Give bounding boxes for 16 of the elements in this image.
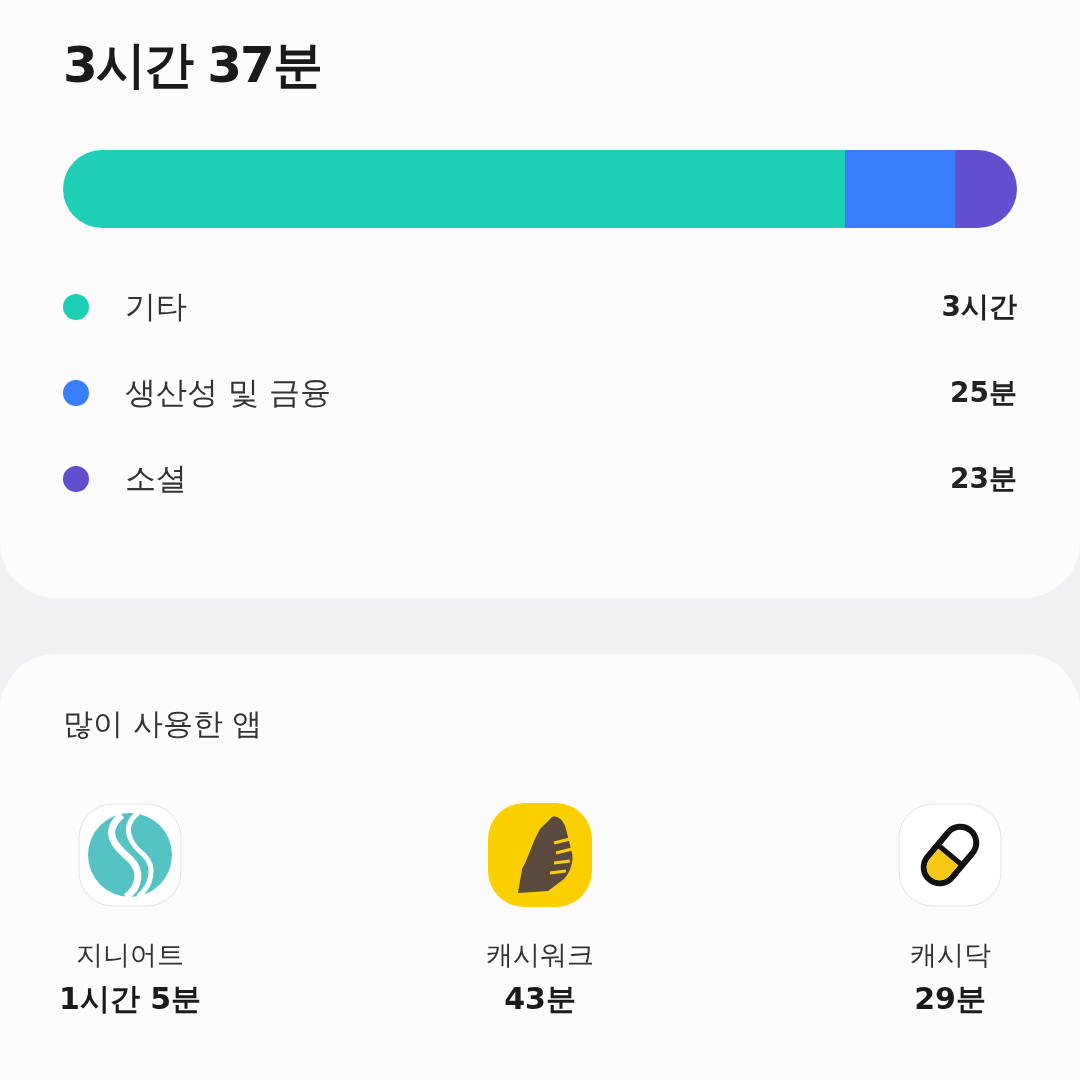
app-name: 캐시닥 (909, 938, 991, 972)
category-time: 3시간 (941, 289, 1017, 325)
category-label: 생산성 및 금융 (125, 373, 332, 412)
app-time: 1시간 5분 (58, 980, 202, 1018)
category-time: 25분 (950, 375, 1017, 411)
app-name: 캐시워크 (486, 938, 594, 972)
pill-icon[interactable] (898, 803, 1002, 907)
section-title: 많이 사용한 앱 (63, 705, 264, 743)
app-name: 지니어트 (76, 938, 184, 972)
category-time: 23분 (950, 461, 1017, 497)
category-label: 기타 (125, 287, 188, 326)
app-time: 29분 (914, 980, 986, 1018)
shoe-icon[interactable] (488, 803, 592, 907)
app-time: 43분 (504, 980, 576, 1018)
total-time: 3시간 37분 (63, 35, 322, 96)
category-label: 소셜 (125, 459, 188, 498)
